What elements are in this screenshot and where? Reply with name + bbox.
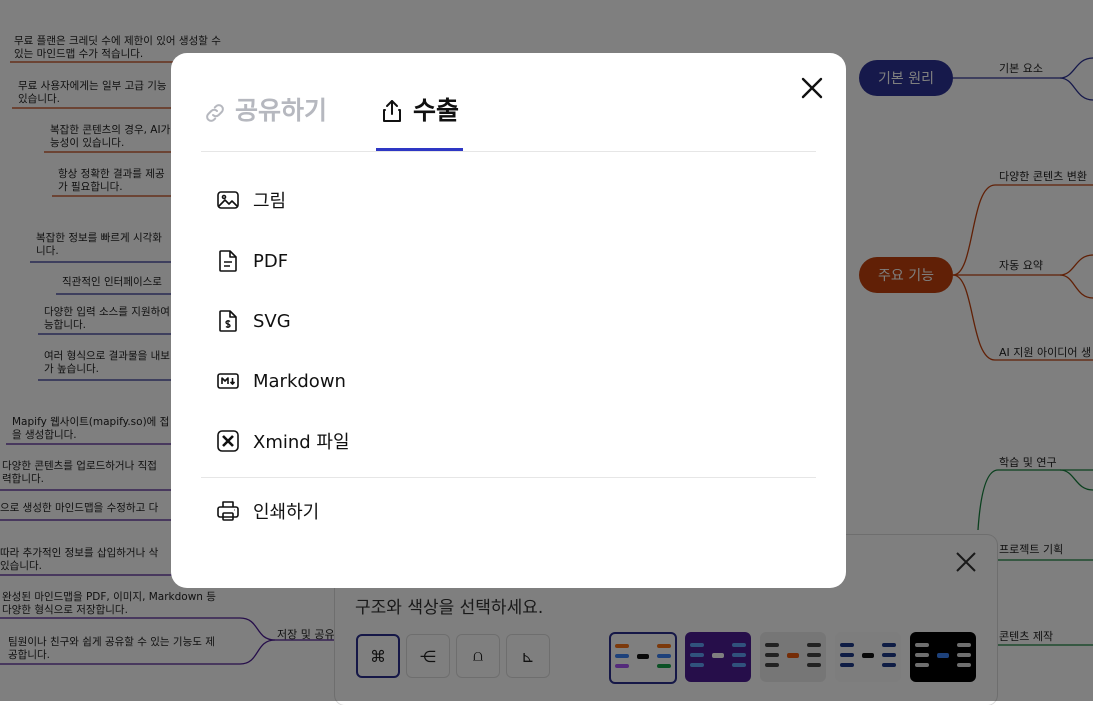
export-xmind-item[interactable]: Xmind 파일	[215, 424, 350, 458]
image-icon	[215, 187, 241, 213]
export-svg-label: SVG	[253, 310, 291, 332]
print-divider	[201, 477, 816, 478]
export-image-label: 그림	[253, 191, 287, 212]
share-export-dialog: 공유하기 수출 그림 PDF SVG Markdown Xmind 파일 인쇄하…	[171, 53, 846, 588]
print-label: 인쇄하기	[253, 502, 320, 523]
export-markdown-item[interactable]: Markdown	[215, 364, 346, 398]
export-xmind-label: Xmind 파일	[253, 432, 350, 453]
export-pdf-item[interactable]: PDF	[215, 244, 288, 278]
export-image-item[interactable]: 그림	[215, 183, 286, 217]
tab-export[interactable]: 수출	[379, 91, 459, 151]
tab-share-label: 공유하기	[235, 96, 328, 125]
tabs-divider	[201, 151, 816, 152]
tab-export-label: 수출	[413, 96, 460, 125]
print-item[interactable]: 인쇄하기	[215, 494, 319, 528]
markdown-icon	[215, 368, 241, 394]
export-svg-item[interactable]: SVG	[215, 304, 291, 338]
svg-file-icon	[215, 308, 241, 334]
link-icon	[203, 101, 227, 131]
export-markdown-label: Markdown	[253, 370, 346, 392]
pdf-file-icon	[215, 248, 241, 274]
tab-share[interactable]: 공유하기	[203, 91, 327, 151]
export-pdf-label: PDF	[253, 250, 289, 272]
printer-icon	[215, 498, 241, 524]
upload-icon	[379, 98, 405, 130]
xmind-icon	[215, 428, 241, 454]
close-icon[interactable]	[797, 73, 827, 103]
